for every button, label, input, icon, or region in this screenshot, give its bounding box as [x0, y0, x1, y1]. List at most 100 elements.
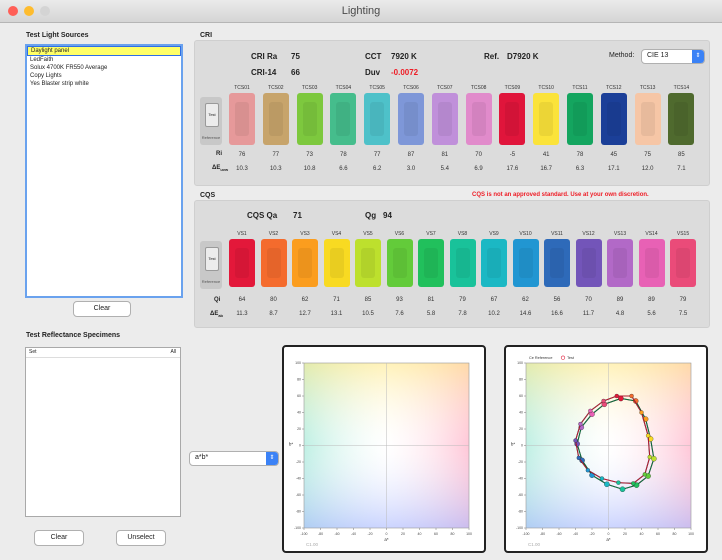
cqs-sample-name: VS2: [268, 231, 279, 237]
cri-sample-swatch[interactable]: [567, 93, 593, 145]
x-tick-label: -60: [334, 532, 339, 536]
y-tick-label: 80: [519, 378, 523, 382]
clear-specimens-button[interactable]: Clear: [34, 530, 84, 546]
cqs-qa-label: CQS Qa: [247, 211, 278, 220]
light-source-item[interactable]: Solux 4700K FR550 Average: [27, 64, 181, 72]
cqs-sample-swatch[interactable]: [229, 239, 255, 287]
series-point: [645, 433, 651, 438]
cri-sample-swatch[interactable]: [668, 93, 695, 145]
x-tick-label: 60: [434, 532, 438, 536]
cqs-sample-swatch[interactable]: [638, 239, 665, 287]
cri-section-title: CRI: [200, 32, 213, 39]
cri-ra-label: CRI Ra: [251, 52, 278, 61]
cri-sample-swatch[interactable]: [364, 93, 391, 145]
color-space-select-value: a*b*: [195, 454, 209, 461]
cqs-sample-swatch[interactable]: [386, 239, 413, 287]
unselect-specimens-button[interactable]: Unselect: [116, 530, 166, 546]
cri-sample-swatch[interactable]: [533, 93, 560, 145]
swatch-test-patch: [644, 248, 659, 278]
ab-chart-right: -100 -100 -80 -80 -60 -60 -40 -40 -20 -20 0 0 20 20 40…: [511, 355, 694, 547]
y-tick-label: 0: [299, 444, 301, 448]
cri-de-value: 12.0: [641, 166, 654, 172]
cqs-qi-value: 70: [585, 297, 592, 303]
y-tick-label: 100: [517, 361, 523, 365]
cqs-sample-swatch[interactable]: [607, 239, 633, 287]
swatch-test-patch: [640, 102, 655, 136]
x-tick-label: 80: [673, 532, 677, 536]
light-source-item[interactable]: LedFaith: [27, 56, 181, 64]
cri-sample-name: TCS03: [301, 85, 318, 91]
swatch-test-patch: [424, 248, 438, 278]
x-tick-label: -60: [556, 532, 561, 536]
cri-sample-swatch[interactable]: [431, 93, 458, 145]
legend-test-label: Test: [567, 356, 575, 360]
cqs-sample-swatch[interactable]: [260, 239, 287, 287]
clear-light-sources-button[interactable]: Clear: [73, 301, 131, 317]
y-tick-label: -80: [296, 510, 301, 514]
light-sources-list[interactable]: Daylight panel LedFaith Solux 4700K FR550 …: [25, 44, 183, 298]
cri-ri-value: 75: [644, 152, 651, 158]
cqs-qg-value: 94: [383, 211, 392, 220]
cqs-sample-swatch[interactable]: [481, 239, 507, 287]
cqs-de-value: 10.2: [488, 311, 500, 317]
swatch-test-patch: [471, 102, 486, 136]
cri-sample-name: TCS08: [470, 85, 487, 91]
cri-sample-name: TCS13: [639, 85, 656, 91]
cqs-sample-swatch[interactable]: [323, 239, 350, 287]
cri-ri-value: 73: [306, 152, 313, 158]
cqs-sample-name: VS10: [519, 231, 532, 237]
cqs-sample-swatch[interactable]: [355, 239, 381, 287]
swatch-test-patch: [302, 102, 317, 136]
cqs-sample-swatch[interactable]: [544, 239, 570, 287]
cri-ri-value: 87: [407, 152, 415, 158]
cri-sample-swatch[interactable]: [330, 93, 357, 145]
series-point: [618, 395, 624, 402]
swatch-test-patch: [336, 102, 351, 136]
y-tick-label: -100: [516, 526, 523, 530]
cri-sample-swatch[interactable]: [296, 93, 323, 145]
cct-value: 7920 K: [391, 52, 417, 61]
x-tick-label: 40: [640, 532, 644, 536]
cqs-sample-name: VS1: [237, 231, 247, 237]
series-point: [631, 481, 636, 486]
y-tick-label: 60: [297, 394, 301, 398]
y-tick-label: 40: [519, 411, 523, 415]
cqs-sample-swatch[interactable]: [512, 239, 539, 287]
cri-sample-swatch[interactable]: [499, 93, 526, 145]
chevron-updown-icon: ⇕: [692, 50, 704, 63]
cqs-qi-value: 67: [490, 297, 498, 303]
swatch-test-patch: [518, 248, 533, 278]
swatch-test-patch: [329, 248, 344, 278]
cri-sample-swatch[interactable]: [634, 93, 661, 145]
specimens-title: Test Reflectance Specimens: [26, 332, 121, 339]
cri-de-subscript: uvw: [220, 167, 229, 173]
cqs-sample-swatch[interactable]: [575, 239, 602, 287]
light-source-item[interactable]: Copy Lights: [27, 72, 181, 80]
cri-de-value: 10.3: [236, 166, 248, 172]
cqs-sample-swatch[interactable]: [292, 239, 318, 287]
cri-sample-swatch[interactable]: [229, 93, 255, 145]
specimens-header-all: All: [170, 349, 176, 355]
reference-value: D7920 K: [507, 52, 539, 61]
cri-sample-swatch[interactable]: [600, 93, 627, 145]
cqs-sample-swatch[interactable]: [670, 239, 696, 287]
light-source-item[interactable]: Yes Blaster strip white: [27, 80, 181, 88]
cqs-sample-swatch[interactable]: [449, 239, 476, 287]
cqs-qi-value: 85: [364, 297, 372, 303]
method-select[interactable]: CIE 13 ⇕: [641, 49, 705, 64]
cri-sample-swatch[interactable]: [465, 93, 492, 145]
cri-sample-swatch[interactable]: [398, 93, 424, 145]
cri-sample-swatch[interactable]: [262, 93, 289, 145]
specimens-list[interactable]: Set All: [25, 347, 181, 517]
series-point: [573, 438, 578, 443]
y-tick-label: 0: [521, 444, 523, 448]
cqs-qi-value: 89: [616, 297, 624, 303]
cri-test-tile: Test: [205, 103, 219, 127]
cri-sample-name: TCS10: [538, 85, 554, 91]
specimens-list-header: Set All: [26, 348, 180, 358]
cqs-sample-name: VS11: [551, 231, 563, 237]
cqs-de-value: 7.6: [395, 311, 404, 317]
color-space-select[interactable]: a*b* ⇕: [189, 451, 279, 466]
light-source-item[interactable]: Daylight panel: [27, 46, 181, 56]
cqs-sample-swatch[interactable]: [418, 239, 444, 287]
